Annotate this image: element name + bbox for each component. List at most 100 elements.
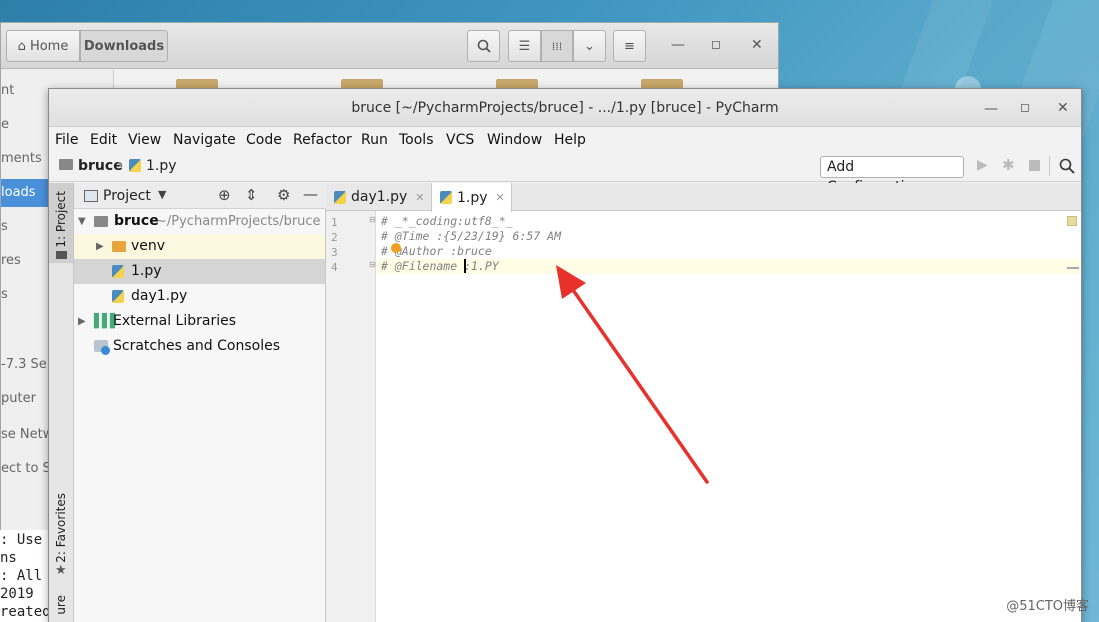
menu-navigate[interactable]: Navigate [173,132,236,148]
tree-row-day1py[interactable]: day1.py [74,284,325,309]
divider [1049,156,1050,176]
left-tool-strip: 1: Project 2: Favorites ★ ure [49,183,74,622]
tree-root-row[interactable]: ▼ bruce ~/PycharmProjects/bruce [74,209,325,234]
code-text-area[interactable]: # _*_coding:utf8_*_ # @Time :{5/23/19} 6… [377,211,1081,622]
inspection-status-icon[interactable] [1067,216,1077,226]
fold-icon[interactable]: ⊟ [369,215,376,224]
menu-file[interactable]: File [55,132,78,148]
line-number-gutter: 1 2 3 4 ⊟ ⊟ [326,211,376,622]
downloads-path-button[interactable]: Downloads [80,30,168,62]
list-view-icon: ☰ [518,38,531,54]
grid-view-icon: ⁞⁞⁞ [551,39,563,53]
python-file-icon [112,290,124,303]
search-everywhere-icon[interactable] [1059,158,1075,174]
tree-item-label: 1.py [131,263,162,279]
home-label: Home [29,38,69,54]
debug-icon[interactable]: ✱ [1002,156,1015,174]
menu-bar: File Edit View Navigate Code Refactor Ru… [49,127,1081,152]
hamburger-menu-icon: ≡ [624,38,635,54]
tree-row-scratches[interactable]: Scratches and Consoles [74,334,325,359]
maximize-icon[interactable]: ◻ [711,37,721,51]
tab-day1py[interactable]: day1.py ✕ [326,183,430,211]
project-view-selector[interactable]: Project [103,188,151,204]
add-configuration-button[interactable]: Add Configuration... [820,156,964,195]
locate-icon[interactable]: ⊕ [218,186,231,204]
favorites-tool-label[interactable]: 2: Favorites [54,493,68,563]
folder-icon [59,159,73,170]
maximize-icon[interactable]: ◻ [1020,100,1030,114]
fold-icon[interactable]: ⊟ [369,260,376,269]
python-file-icon [129,159,141,172]
watermark: @51CTO博客 [1006,599,1089,614]
pycharm-title-bar: bruce [~/PycharmProjects/bruce] - .../1.… [49,89,1081,127]
breadcrumb-separator-icon: › [117,157,123,173]
menu-refactor[interactable]: Refactor [293,132,352,148]
chevron-down-icon[interactable]: ▼ [158,188,166,201]
structure-tool-label[interactable]: ure [54,595,68,615]
intention-bulb-icon[interactable] [391,243,401,253]
menu-tools[interactable]: Tools [399,132,434,148]
project-folder-icon [56,251,67,259]
star-icon: ★ [55,563,67,578]
folder-icon [94,216,108,227]
search-button[interactable] [467,30,500,62]
minimize-icon[interactable]: — [671,37,685,53]
editor-tabs: day1.py ✕ 1.py ✕ [326,183,1081,212]
list-view-button[interactable]: ☰ [508,30,541,62]
breadcrumb-file[interactable]: 1.py [146,158,177,174]
terminal-line: : Use [0,532,43,548]
terminal-line: : All [0,568,43,584]
menu-help[interactable]: Help [554,132,586,148]
line-number: 2 [331,231,338,244]
clock-badge-icon [101,346,110,355]
stop-icon[interactable] [1029,160,1040,171]
tree-row-1py[interactable]: 1.py [74,259,325,284]
tab-1py[interactable]: 1.py ✕ [431,183,512,212]
menu-code[interactable]: Code [246,132,282,148]
code-line: # _*_coding:utf8_*_ [381,214,513,228]
project-view-icon [84,190,98,202]
project-root-path: ~/PycharmProjects/bruce [156,214,321,229]
collapsed-arrow-icon: ▶ [78,316,86,327]
text-cursor [464,259,466,273]
home-path-button[interactable]: ⌂ Home [6,30,80,62]
collapse-all-icon[interactable]: ⇕ [245,186,258,204]
terminal-line: reated [0,604,48,620]
tree-row-venv[interactable]: ▶ venv [74,234,325,259]
project-panel-header: Project ▼ ⊕ ⇕ ⚙ — [74,183,326,209]
grid-view-button[interactable]: ⁞⁞⁞ [541,30,573,62]
line-number: 1 [331,216,338,229]
close-icon[interactable]: ✕ [751,37,763,53]
expanded-arrow-icon: ▼ [78,216,86,227]
window-title: bruce [~/PycharmProjects/bruce] - .../1.… [351,100,779,116]
minimize-icon[interactable]: — [984,101,998,117]
home-icon: ⌂ [17,38,26,54]
run-icon[interactable]: ▶ [977,157,988,173]
menu-button[interactable]: ≡ [613,30,646,62]
project-root-name: bruce [114,213,159,229]
tree-item-label: venv [131,238,166,254]
menu-edit[interactable]: Edit [90,132,117,148]
hide-panel-icon[interactable]: — [303,185,318,203]
code-line: # @Time :{5/23/19} 6:57 AM [381,229,562,243]
scroll-marker [1067,267,1079,269]
project-panel: Project ▼ ⊕ ⇕ ⚙ — ▼ bruce ~/PycharmProje… [74,183,326,622]
terminal-line: 2019 [0,586,34,602]
menu-view[interactable]: View [128,132,161,148]
close-tab-icon[interactable]: ✕ [496,191,505,204]
navigation-bar: bruce › 1.py Add Configuration... ▶ ✱ [49,152,1081,195]
menu-window[interactable]: Window [487,132,542,148]
close-icon[interactable]: ✕ [1057,100,1069,116]
view-options-button[interactable]: ⌄ [573,30,606,62]
menu-vcs[interactable]: VCS [446,132,474,148]
line-number: 4 [331,261,338,274]
line-number: 3 [331,246,338,259]
tree-item-label: External Libraries [113,313,236,329]
tree-row-external-libraries[interactable]: ▶ ▌▌▌ External Libraries [74,309,325,334]
gear-icon[interactable]: ⚙ [277,186,290,204]
close-tab-icon[interactable]: ✕ [415,191,424,204]
chevron-down-icon: ⌄ [584,38,595,54]
breadcrumb-project[interactable]: bruce [78,158,123,174]
menu-run[interactable]: Run [361,132,388,148]
tree-item-label: day1.py [131,288,188,304]
